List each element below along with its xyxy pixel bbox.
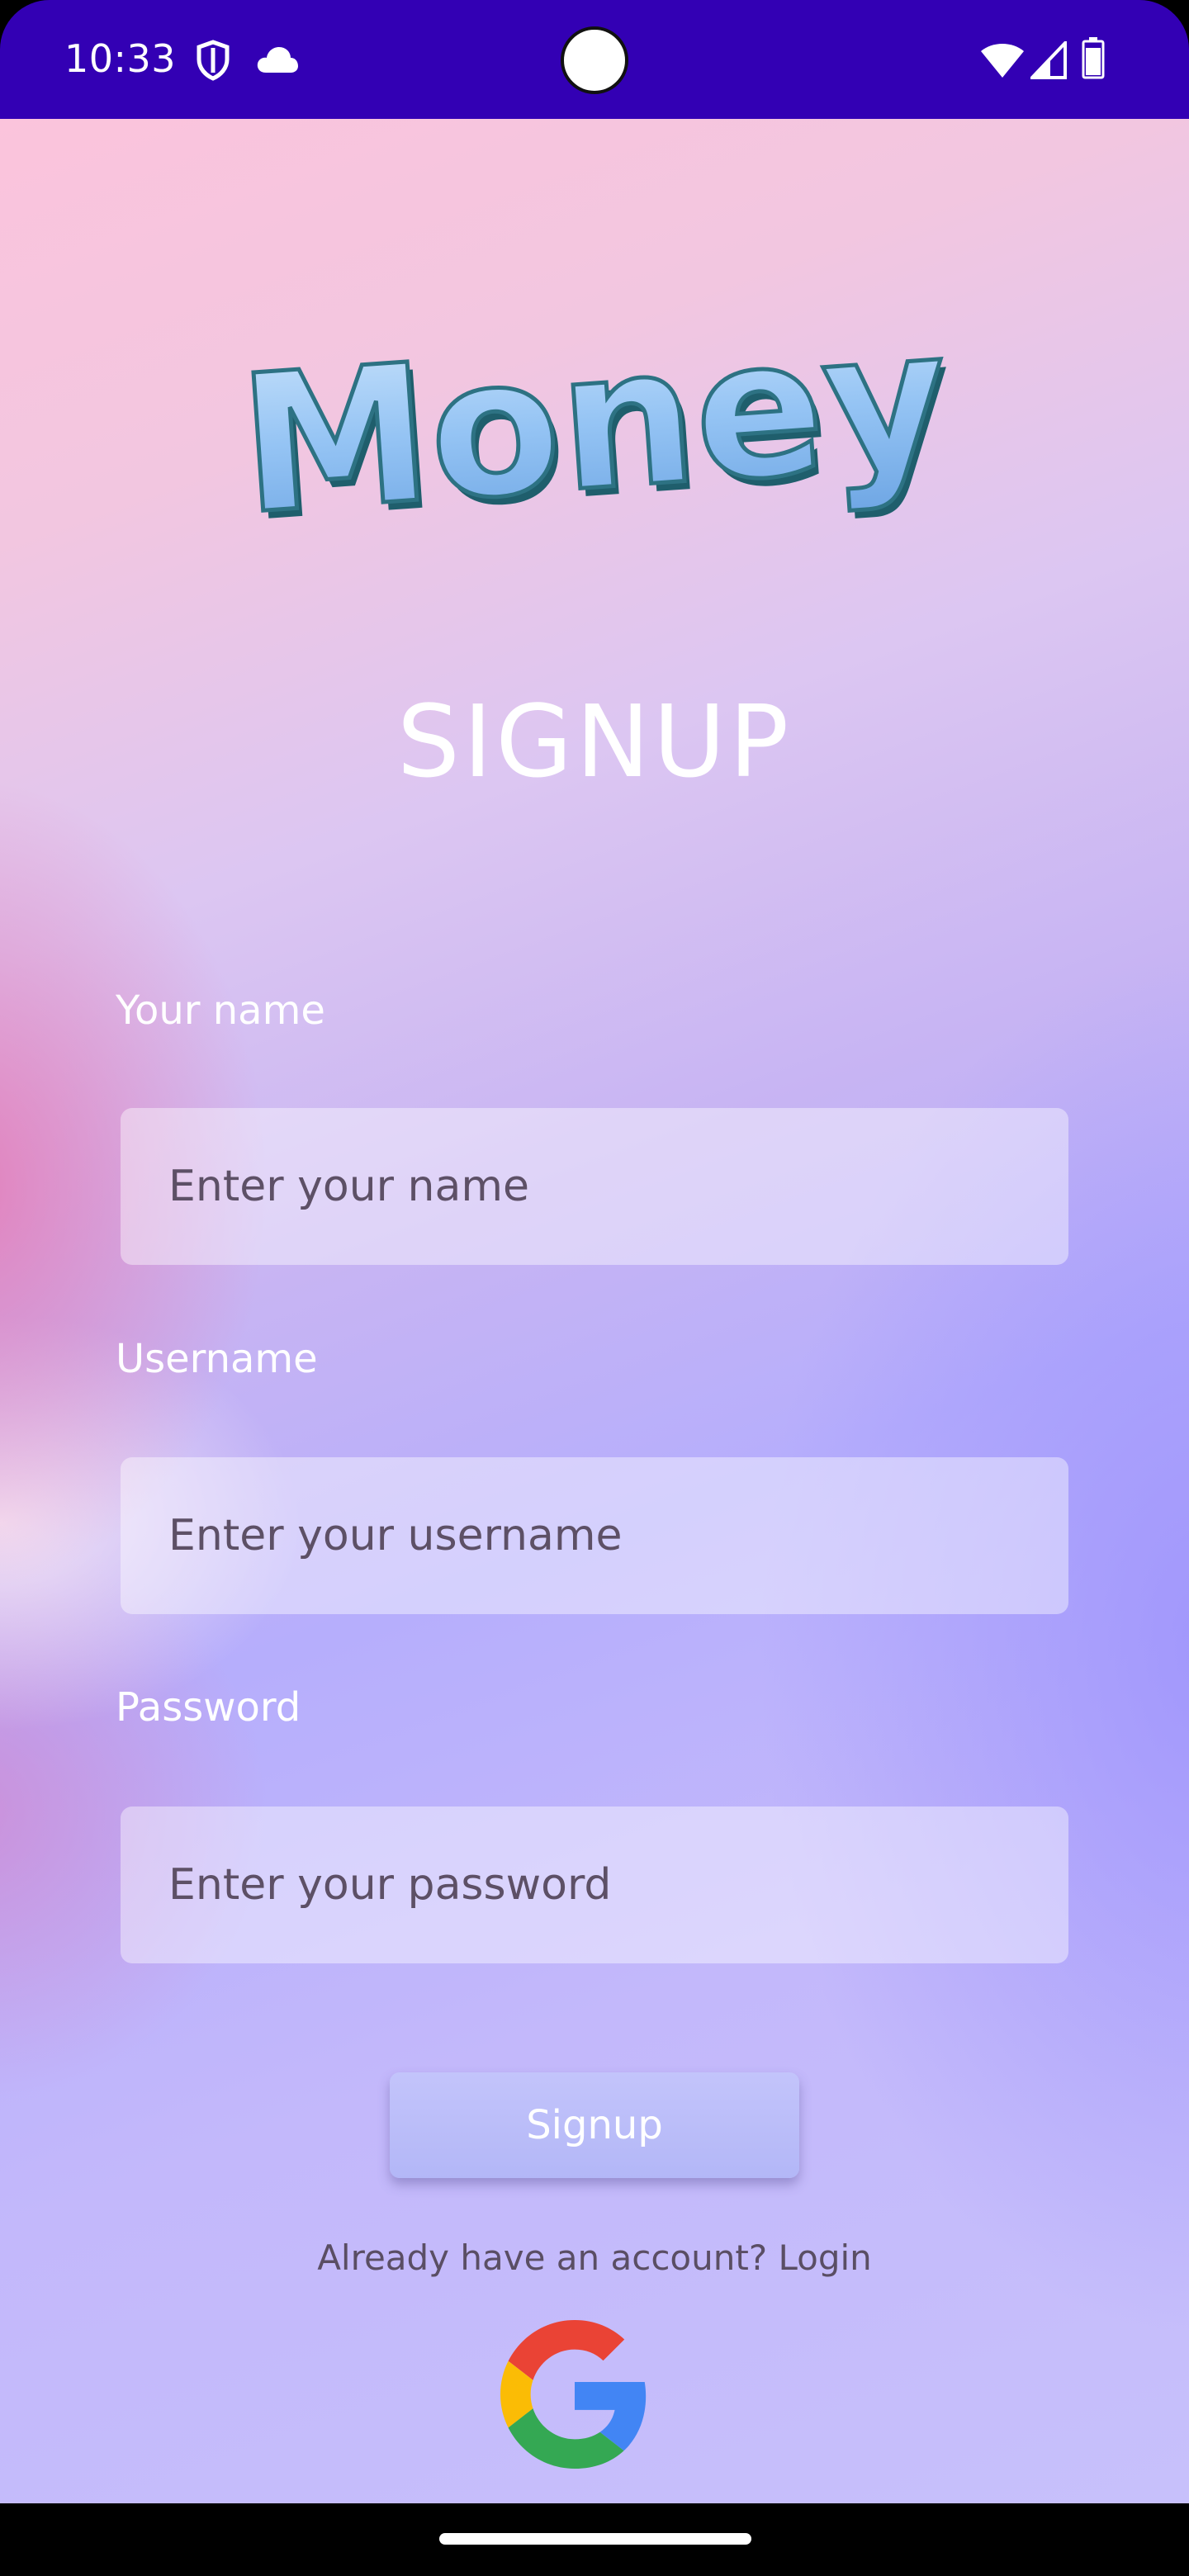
login-link[interactable]: Already have an account? Login	[0, 2237, 1189, 2278]
battery-icon	[1082, 37, 1105, 79]
wifi-icon	[981, 44, 1024, 78]
signup-button[interactable]: Signup	[390, 2072, 799, 2178]
cloud-icon	[257, 47, 298, 73]
google-icon[interactable]	[500, 2320, 649, 2469]
name-input[interactable]	[121, 1108, 1068, 1265]
username-input[interactable]	[121, 1457, 1068, 1614]
shield-icon	[197, 40, 230, 81]
name-label: Your name	[116, 987, 325, 1034]
password-label: Password	[116, 1684, 301, 1731]
username-label: Username	[116, 1336, 318, 1382]
password-input[interactable]	[121, 1807, 1068, 1963]
logo-text: Money	[234, 287, 955, 545]
phone-screen: 10:33 Money Money SIGNUP Your name Enter…	[0, 0, 1189, 2576]
status-time: 10:33	[64, 36, 177, 81]
signal-icon	[1030, 41, 1067, 79]
page-title: SIGNUP	[396, 685, 793, 800]
home-gesture-handle[interactable]	[439, 2533, 751, 2545]
front-camera	[561, 26, 628, 94]
money-logo: Money Money	[231, 286, 959, 545]
status-bar: 10:33	[0, 0, 1189, 119]
